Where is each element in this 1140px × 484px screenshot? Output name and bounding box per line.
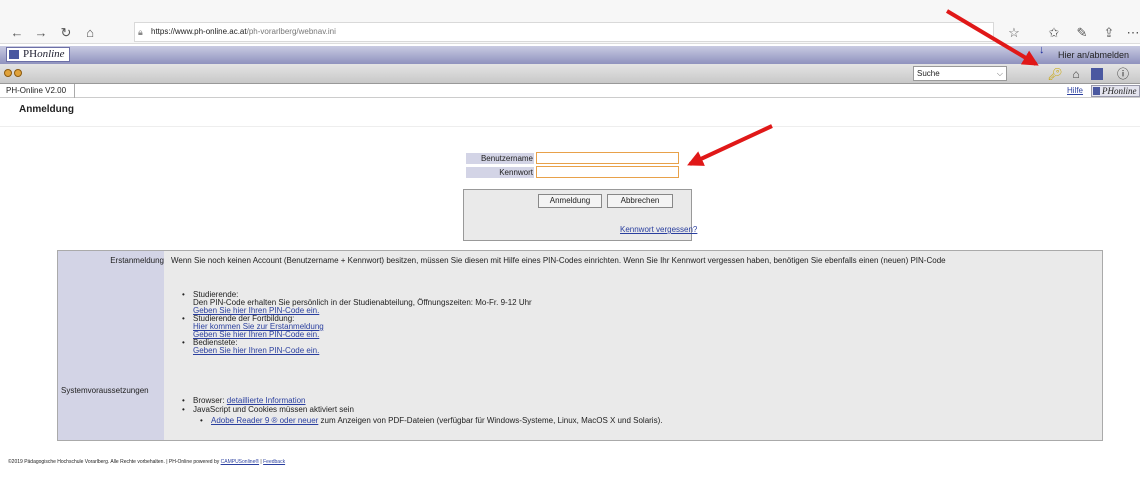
- annotation-arrow-login: [687, 124, 773, 166]
- annotation-arrow-toolbar: [945, 9, 1039, 66]
- annotation-arrows: [687, 9, 1039, 166]
